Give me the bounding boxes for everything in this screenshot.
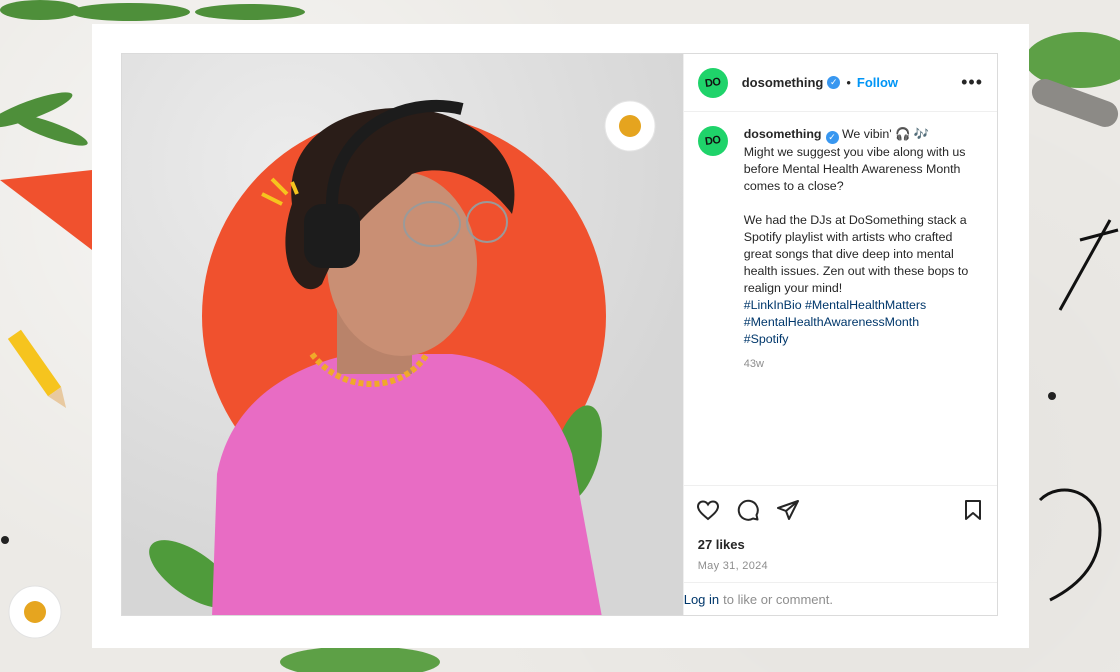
caption-section: DO dosomething ✓ We vibin' 🎧 🎶 Might we s…	[684, 112, 997, 485]
avatar-initials: DO	[704, 75, 722, 90]
caption-line-4: We had the DJs at DoSomething stack a Sp…	[743, 213, 972, 295]
caption-line-3	[744, 195, 976, 212]
comment-icon[interactable]	[736, 498, 760, 522]
login-prompt-text: to like or comment.	[723, 591, 833, 607]
caption-timestamp: 43w	[743, 358, 764, 370]
instagram-post-card: DO dosomething ✓ • Follow ••• DO dosomet…	[121, 53, 998, 616]
verified-badge-icon: ✓	[825, 131, 839, 144]
daisy-decoration	[8, 585, 62, 639]
post-header: DO dosomething ✓ • Follow •••	[683, 54, 997, 112]
caption-line-1: We vibin' 🎧 🎶	[841, 127, 930, 141]
daisy-flower	[604, 100, 656, 152]
orange-triangle-decoration	[0, 170, 92, 250]
bulb-doodle-decoration	[1038, 488, 1102, 602]
bottom-leaf-decoration	[280, 646, 440, 672]
action-bar	[683, 485, 997, 533]
caption-avatar[interactable]: DO	[697, 126, 728, 156]
login-prompt: Log in to like or comment.	[683, 582, 997, 615]
bookmark-icon[interactable]	[961, 498, 985, 522]
header-separator: •	[846, 75, 851, 90]
doodle-decoration	[1058, 219, 1119, 311]
post-image[interactable]	[122, 54, 684, 615]
post-date: May 31, 2024	[697, 560, 768, 572]
caption-text: dosomething ✓ We vibin' 🎧 🎶 Might we sugg…	[744, 126, 976, 373]
heart-icon[interactable]	[696, 498, 720, 522]
likes-count[interactable]: 27 likes	[684, 533, 997, 552]
share-icon[interactable]	[776, 498, 800, 522]
hashtag-link[interactable]: #LinkInBio #MentalHealthMatters	[744, 297, 976, 314]
caption-username[interactable]: dosomething	[744, 127, 822, 141]
profile-avatar[interactable]: DO	[697, 67, 728, 98]
verified-badge-icon: ✓	[827, 76, 841, 89]
hashtag-link[interactable]: #Spotify	[744, 331, 976, 348]
post-sidebar: DO dosomething ✓ • Follow ••• DO dosomet…	[683, 54, 997, 615]
login-link[interactable]: Log in	[684, 592, 719, 607]
caption-first-line: dosomething ✓ We vibin' 🎧 🎶	[744, 126, 976, 144]
headphone-earcup	[304, 204, 360, 268]
post-username[interactable]: dosomething	[742, 75, 824, 90]
avatar-initials: DO	[704, 133, 722, 149]
caption-row: DO dosomething ✓ We vibin' 🎧 🎶 Might we s…	[697, 126, 983, 373]
leaf-decoration	[1025, 32, 1120, 88]
hashtag-link[interactable]: #MentalHealthAwarenessMonth	[744, 314, 976, 331]
more-options-icon[interactable]: •••	[961, 72, 983, 93]
doodle-dot	[1, 536, 9, 544]
post-illustration	[149, 99, 656, 615]
pencil-decoration	[7, 329, 67, 409]
follow-button[interactable]: Follow	[857, 75, 898, 90]
doodle-dot	[1048, 392, 1056, 400]
caption-line-2: Might we suggest you vibe along with us …	[743, 145, 969, 193]
